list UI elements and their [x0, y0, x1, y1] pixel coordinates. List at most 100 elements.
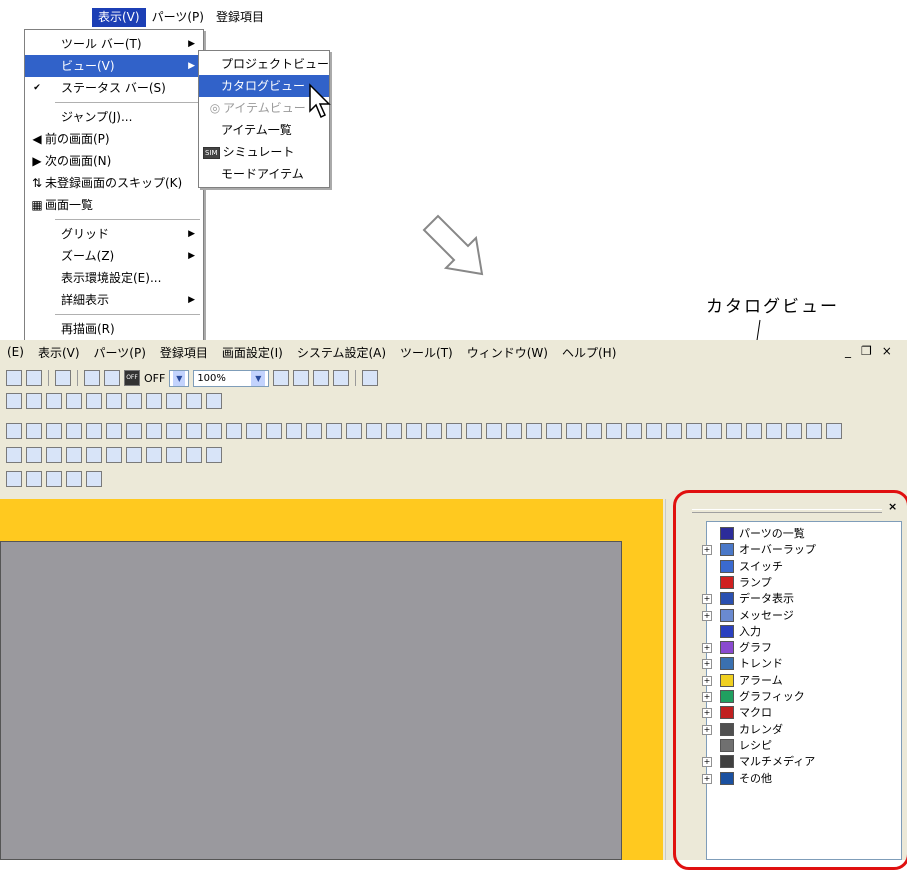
- menu-item-display-settings[interactable]: 表示環境設定(E)...: [25, 267, 203, 289]
- menu-system-settings[interactable]: システム設定(A): [290, 344, 393, 361]
- menu-register[interactable]: 登録項目: [210, 8, 270, 27]
- menu-view[interactable]: 表示(V): [31, 344, 87, 361]
- line-width-icon[interactable]: [186, 393, 202, 409]
- parts-p-icon[interactable]: [86, 393, 102, 409]
- part-icon[interactable]: [326, 423, 342, 439]
- part-icon[interactable]: [186, 423, 202, 439]
- part-icon[interactable]: [646, 423, 662, 439]
- part-icon[interactable]: [66, 423, 82, 439]
- submenu-item-mode-item[interactable]: モードアイテム: [199, 163, 329, 185]
- eraser-icon[interactable]: [46, 393, 62, 409]
- graph-icon[interactable]: [26, 471, 42, 487]
- align-icon[interactable]: [26, 447, 42, 463]
- part-icon[interactable]: [706, 423, 722, 439]
- undo-icon[interactable]: [166, 447, 182, 463]
- screen-list-icon[interactable]: [333, 370, 350, 386]
- part-icon[interactable]: [566, 423, 582, 439]
- menu-item-jump[interactable]: ジャンプ(J)...: [25, 106, 203, 128]
- part-icon[interactable]: [306, 423, 322, 439]
- close-button[interactable]: ×: [882, 344, 892, 358]
- bracket-icon[interactable]: [66, 393, 82, 409]
- part-icon[interactable]: [486, 423, 502, 439]
- font-color-icon[interactable]: [106, 393, 122, 409]
- minimize-button[interactable]: _: [845, 344, 851, 358]
- part-icon[interactable]: [606, 423, 622, 439]
- menu-register[interactable]: 登録項目: [153, 344, 215, 361]
- input-icon[interactable]: [6, 471, 22, 487]
- part-icon[interactable]: [666, 423, 682, 439]
- part-icon[interactable]: [386, 423, 402, 439]
- part-icon[interactable]: [126, 423, 142, 439]
- part-icon[interactable]: [6, 423, 22, 439]
- menu-item-zoom[interactable]: ズーム(Z) ▶: [25, 245, 203, 267]
- pen-color-icon[interactable]: [126, 393, 142, 409]
- help-icon[interactable]: [362, 370, 379, 386]
- menu-parts[interactable]: パーツ(P): [87, 344, 153, 361]
- part-icon[interactable]: [406, 423, 422, 439]
- item-view-icon[interactable]: [104, 370, 120, 386]
- menu-screen-settings[interactable]: 画面設定(I): [215, 344, 290, 361]
- part-icon[interactable]: [106, 423, 122, 439]
- menu-edit[interactable]: (E): [0, 345, 31, 359]
- part-icon[interactable]: [826, 423, 842, 439]
- menu-item-grid[interactable]: グリッド ▶: [25, 223, 203, 245]
- part-icon[interactable]: [806, 423, 822, 439]
- part-icon[interactable]: [626, 423, 642, 439]
- alarm-icon[interactable]: [66, 471, 82, 487]
- menu-item-next-screen[interactable]: ▶ 次の画面(N): [25, 150, 203, 172]
- align-icon[interactable]: [86, 447, 102, 463]
- lamp-icon[interactable]: [46, 471, 62, 487]
- arrow-right-icon[interactable]: [313, 370, 330, 386]
- state-combo[interactable]: ▼: [169, 369, 190, 387]
- part-icon[interactable]: [766, 423, 782, 439]
- save-icon[interactable]: [6, 370, 22, 386]
- part-icon[interactable]: [286, 423, 302, 439]
- align-icon[interactable]: [106, 447, 122, 463]
- part-icon[interactable]: [86, 423, 102, 439]
- menu-item-redraw[interactable]: 再描画(R): [25, 318, 203, 340]
- arrow-left-icon[interactable]: [293, 370, 310, 386]
- part-icon[interactable]: [446, 423, 462, 439]
- menu-item-detail-view[interactable]: 詳細表示 ▶: [25, 289, 203, 311]
- skip-icon[interactable]: [273, 370, 290, 386]
- text-abc-icon[interactable]: [6, 393, 22, 409]
- align-icon[interactable]: [46, 447, 62, 463]
- part-icon[interactable]: [346, 423, 362, 439]
- part-icon[interactable]: [246, 423, 262, 439]
- menu-parts[interactable]: パーツ(P): [146, 8, 210, 27]
- part-icon[interactable]: [726, 423, 742, 439]
- arrow-line-icon[interactable]: [166, 393, 182, 409]
- message-icon[interactable]: [86, 471, 102, 487]
- off-state-icon[interactable]: OFF: [124, 370, 140, 386]
- menu-help[interactable]: ヘルプ(H): [555, 344, 623, 361]
- part-icon[interactable]: [466, 423, 482, 439]
- menu-item-skip-unregistered[interactable]: ⇅ 未登録画面のスキップ(K): [25, 172, 203, 194]
- transfer-icon[interactable]: [26, 370, 42, 386]
- part-icon[interactable]: [426, 423, 442, 439]
- menu-window[interactable]: ウィンドウ(W): [460, 344, 555, 361]
- screen-area[interactable]: [0, 541, 622, 860]
- part-icon[interactable]: [586, 423, 602, 439]
- menu-item-toolbar[interactable]: ツール バー(T) ▶: [25, 33, 203, 55]
- menu-item-prev-screen[interactable]: ◀ 前の画面(P): [25, 128, 203, 150]
- part-icon[interactable]: [366, 423, 382, 439]
- rectangle-icon[interactable]: [206, 393, 222, 409]
- restore-button[interactable]: ❐: [861, 344, 872, 358]
- align-icon[interactable]: [146, 447, 162, 463]
- menu-item-statusbar[interactable]: ✔ ステータス バー(S): [25, 77, 203, 99]
- part-icon[interactable]: [526, 423, 542, 439]
- part-icon[interactable]: [26, 423, 42, 439]
- align-icon[interactable]: [6, 447, 22, 463]
- part-icon[interactable]: [506, 423, 522, 439]
- zoom-combo[interactable]: 100% ▼: [193, 369, 270, 387]
- line-style-icon[interactable]: [26, 393, 42, 409]
- submenu-item-simulate[interactable]: SIM シミュレート: [199, 141, 329, 163]
- menu-item-view[interactable]: ビュー(V) ▶: [25, 55, 203, 77]
- print-icon[interactable]: [55, 370, 71, 386]
- part-icon[interactable]: [266, 423, 282, 439]
- zoom-tool-icon[interactable]: [84, 370, 100, 386]
- redo-icon[interactable]: [186, 447, 202, 463]
- part-icon[interactable]: [546, 423, 562, 439]
- select-icon[interactable]: [206, 447, 222, 463]
- fill-color-icon[interactable]: [146, 393, 162, 409]
